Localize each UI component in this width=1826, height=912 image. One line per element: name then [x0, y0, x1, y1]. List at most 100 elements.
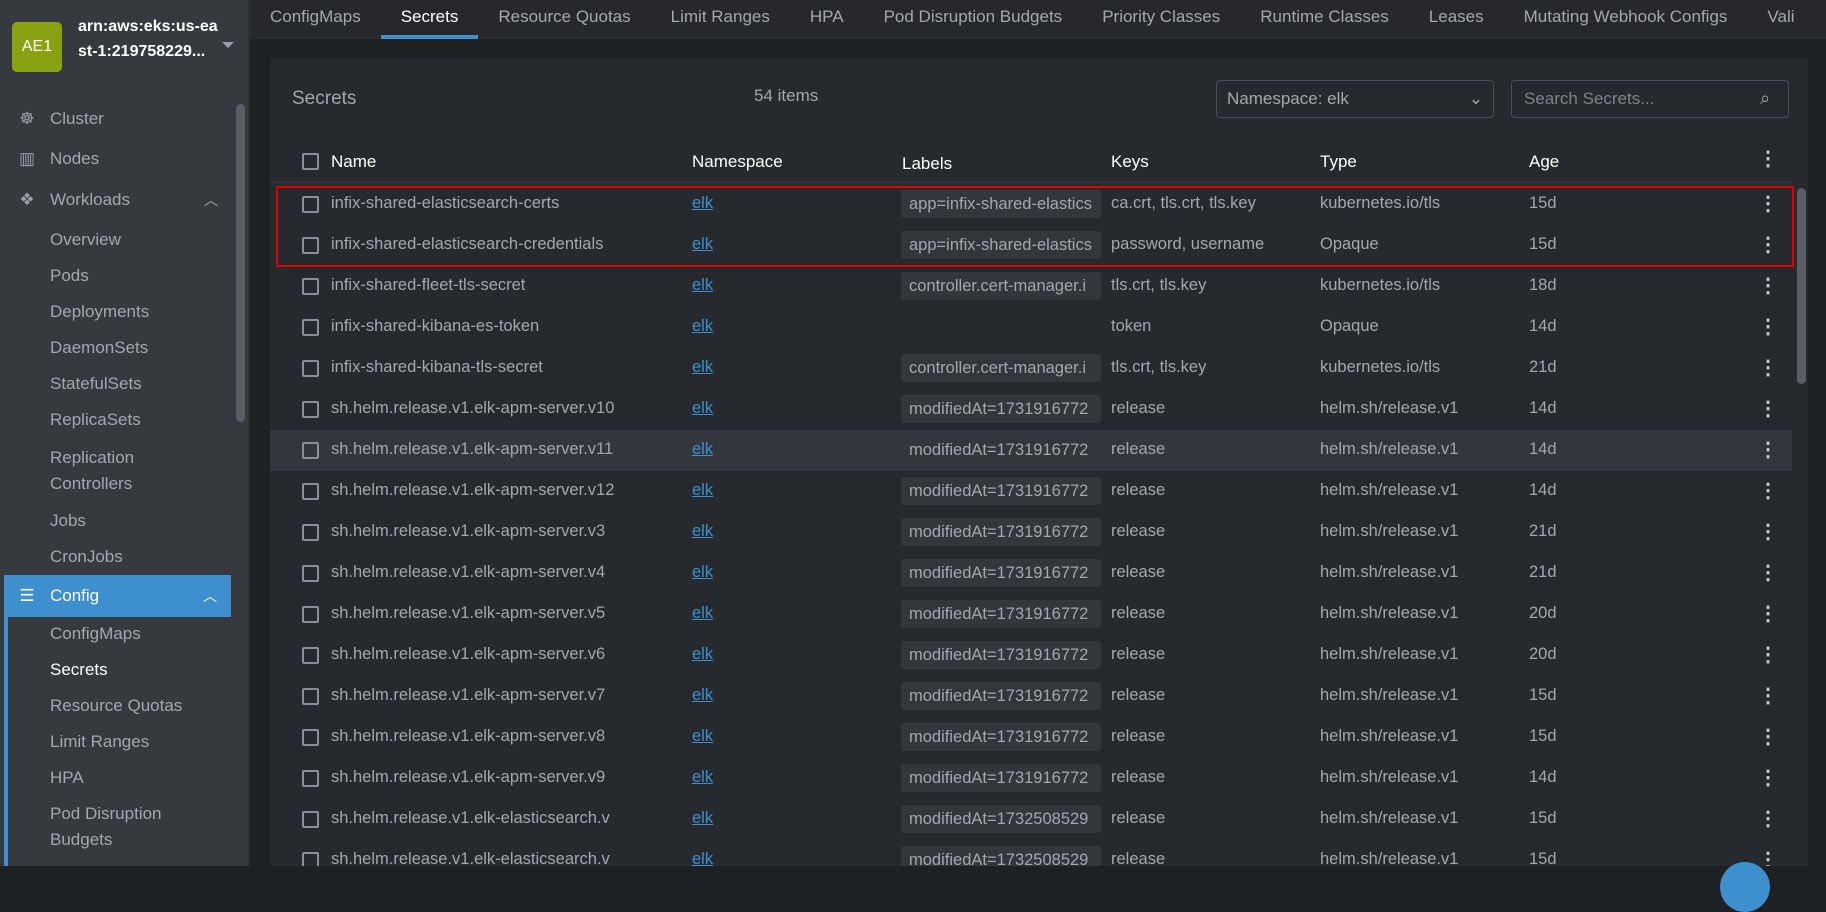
sidebar-item-deployments[interactable]: Deployments [50, 299, 149, 325]
sidebar-item-configmaps[interactable]: ConfigMaps [50, 621, 141, 647]
table-row[interactable]: infix-shared-elasticsearch-certs elk app=i… [270, 184, 1792, 225]
tab-runtime-classes[interactable]: Runtime Classes [1240, 0, 1409, 39]
column-namespace[interactable]: Namespace [692, 152, 783, 172]
row-menu-icon[interactable]: ⋮ [1758, 687, 1778, 705]
row-checkbox[interactable] [302, 811, 319, 828]
table-row[interactable]: sh.helm.release.v1.elk-elasticsearch.v el… [270, 799, 1792, 840]
sidebar-item-secrets[interactable]: Secrets [50, 657, 108, 683]
namespace-link[interactable]: elk [692, 563, 713, 582]
sidebar-item-cluster[interactable]: ☸ Cluster [0, 100, 232, 138]
row-checkbox[interactable] [302, 770, 319, 787]
secret-name[interactable]: sh.helm.release.v1.elk-apm-server.v8 [331, 727, 626, 746]
secret-name[interactable]: sh.helm.release.v1.elk-apm-server.v6 [331, 645, 626, 664]
sidebar-item-workloads[interactable]: ❖ Workloads ︿ [0, 181, 232, 219]
table-row[interactable]: sh.helm.release.v1.elk-apm-server.v5 elk m… [270, 594, 1792, 635]
sidebar-item-pods[interactable]: Pods [50, 263, 89, 289]
chevron-up-icon[interactable]: ︿ [204, 190, 218, 210]
namespace-link[interactable]: elk [692, 399, 713, 418]
table-row[interactable]: sh.helm.release.v1.elk-elasticsearch.v el… [270, 840, 1792, 866]
row-checkbox[interactable] [302, 237, 319, 254]
row-checkbox[interactable] [302, 852, 319, 866]
secret-name[interactable]: infix-shared-fleet-tls-secret [331, 276, 626, 295]
sidebar-item-nodes[interactable]: ▥ Nodes [0, 140, 232, 178]
select-all-checkbox[interactable] [302, 153, 319, 170]
row-menu-icon[interactable]: ⋮ [1758, 195, 1778, 213]
namespace-link[interactable]: elk [692, 317, 713, 336]
secret-name[interactable]: sh.helm.release.v1.elk-apm-server.v12 [331, 481, 626, 500]
search-icon[interactable]: ⌕ [1760, 88, 1770, 109]
table-row[interactable]: sh.helm.release.v1.elk-apm-server.v6 elk m… [270, 635, 1792, 676]
row-menu-icon[interactable]: ⋮ [1758, 851, 1778, 866]
row-menu-icon[interactable]: ⋮ [1758, 318, 1778, 336]
secret-name[interactable]: sh.helm.release.v1.elk-apm-server.v3 [331, 522, 626, 541]
namespace-link[interactable]: elk [692, 522, 713, 541]
namespace-link[interactable]: elk [692, 604, 713, 623]
row-menu-icon[interactable]: ⋮ [1758, 482, 1778, 500]
tab-limit-ranges[interactable]: Limit Ranges [651, 0, 790, 39]
namespace-select[interactable]: Namespace: elk ⌄ [1216, 80, 1494, 118]
dropdown-caret-icon[interactable] [222, 42, 234, 48]
tab-resource-quotas[interactable]: Resource Quotas [478, 0, 650, 39]
namespace-link[interactable]: elk [692, 481, 713, 500]
secret-name[interactable]: sh.helm.release.v1.elk-apm-server.v11 [331, 440, 626, 459]
table-row[interactable]: sh.helm.release.v1.elk-apm-server.v9 elk m… [270, 758, 1792, 799]
column-labels[interactable]: Labels [902, 154, 952, 174]
table-row[interactable]: infix-shared-elasticsearch-credentials el… [270, 225, 1792, 266]
row-checkbox[interactable] [302, 688, 319, 705]
row-menu-icon[interactable]: ⋮ [1758, 769, 1778, 787]
sidebar-item-jobs[interactable]: Jobs [50, 508, 86, 534]
table-row[interactable]: sh.helm.release.v1.elk-apm-server.v7 elk m… [270, 676, 1792, 717]
tab-configmaps[interactable]: ConfigMaps [250, 0, 381, 39]
row-checkbox[interactable] [302, 360, 319, 377]
namespace-link[interactable]: elk [692, 235, 713, 254]
namespace-link[interactable]: elk [692, 645, 713, 664]
sidebar-item-limit-ranges[interactable]: Limit Ranges [50, 729, 149, 755]
table-row[interactable]: sh.helm.release.v1.elk-apm-server.v3 elk m… [270, 512, 1792, 553]
row-checkbox[interactable] [302, 401, 319, 418]
row-menu-icon[interactable]: ⋮ [1758, 810, 1778, 828]
table-row[interactable]: sh.helm.release.v1.elk-apm-server.v8 elk m… [270, 717, 1792, 758]
namespace-link[interactable]: elk [692, 686, 713, 705]
sidebar-item-pod-disruption-budgets[interactable]: Pod Disruption Budgets [50, 801, 200, 853]
row-menu-icon[interactable]: ⋮ [1758, 359, 1778, 377]
tab-mutating-webhook-configs[interactable]: Mutating Webhook Configs [1504, 0, 1748, 39]
row-checkbox[interactable] [302, 319, 319, 336]
column-menu-icon[interactable]: ⋮ [1758, 150, 1778, 168]
sidebar-item-resource-quotas[interactable]: Resource Quotas [50, 693, 182, 719]
secret-name[interactable]: sh.helm.release.v1.elk-apm-server.v5 [331, 604, 626, 623]
row-checkbox[interactable] [302, 729, 319, 746]
row-menu-icon[interactable]: ⋮ [1758, 277, 1778, 295]
secret-name[interactable]: infix-shared-elasticsearch-credentials [331, 235, 626, 254]
column-keys[interactable]: Keys [1111, 152, 1149, 172]
row-menu-icon[interactable]: ⋮ [1758, 564, 1778, 582]
row-checkbox[interactable] [302, 196, 319, 213]
row-menu-icon[interactable]: ⋮ [1758, 523, 1778, 541]
sidebar-item-hpa[interactable]: HPA [50, 765, 84, 791]
tab-vali[interactable]: Vali [1747, 0, 1814, 39]
table-row[interactable]: infix-shared-kibana-tls-secret elk control… [270, 348, 1792, 389]
search-input[interactable] [1511, 80, 1789, 118]
row-checkbox[interactable] [302, 565, 319, 582]
row-menu-icon[interactable]: ⋮ [1758, 441, 1778, 459]
namespace-link[interactable]: elk [692, 358, 713, 377]
floating-action-button[interactable] [1720, 862, 1770, 912]
row-checkbox[interactable] [302, 483, 319, 500]
tab-priority-classes[interactable]: Priority Classes [1082, 0, 1240, 39]
namespace-link[interactable]: elk [692, 809, 713, 828]
secret-name[interactable]: sh.helm.release.v1.elk-apm-server.v7 [331, 686, 626, 705]
secret-name[interactable]: sh.helm.release.v1.elk-apm-server.v9 [331, 768, 626, 787]
row-menu-icon[interactable]: ⋮ [1758, 646, 1778, 664]
secret-name[interactable]: sh.helm.release.v1.elk-elasticsearch.v [331, 850, 626, 866]
namespace-link[interactable]: elk [692, 440, 713, 459]
table-scrollbar[interactable] [1797, 188, 1806, 384]
namespace-link[interactable]: elk [692, 276, 713, 295]
table-row[interactable]: sh.helm.release.v1.elk-apm-server.v10 elk… [270, 389, 1792, 430]
tab-hpa[interactable]: HPA [790, 0, 864, 39]
cluster-selector[interactable]: AE1 arn:aws:eks:us-east-1:219758229... [12, 18, 234, 86]
sidebar-item-statefulsets[interactable]: StatefulSets [50, 371, 142, 397]
namespace-link[interactable]: elk [692, 194, 713, 213]
column-age[interactable]: Age [1529, 152, 1559, 172]
sidebar-item-replicasets[interactable]: ReplicaSets [50, 407, 141, 433]
sidebar-scrollbar[interactable] [236, 104, 245, 422]
row-menu-icon[interactable]: ⋮ [1758, 236, 1778, 254]
